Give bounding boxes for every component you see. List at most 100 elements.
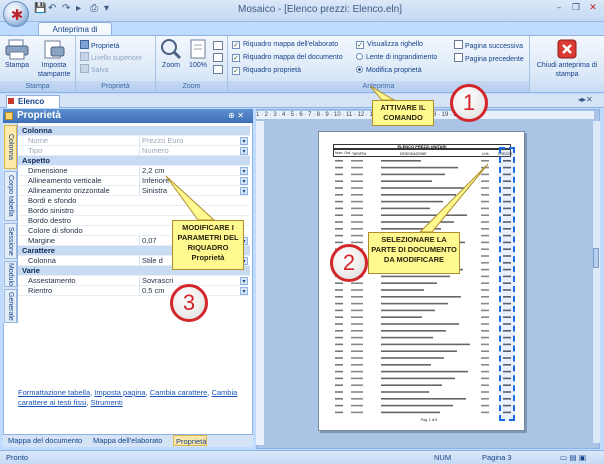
tab-nav-arrows-icon[interactable]: ◂▸✕ [578, 95, 593, 104]
dropdown-arrow-icon[interactable]: ▾ [240, 147, 248, 155]
pagina-successiva-button[interactable]: Pagina successiva [454, 40, 523, 52]
link-strumenti[interactable]: Strumenti [91, 398, 123, 407]
minimize-button[interactable]: – [550, 3, 568, 16]
page-text-line [381, 296, 461, 298]
side-tab-generale[interactable]: Generale [4, 289, 17, 323]
radio-modifica-proprieta[interactable]: Modifica proprietà [356, 66, 422, 76]
page-text-line [335, 309, 343, 312]
page-text-line [335, 194, 343, 196]
check-visualizza-righello[interactable]: ✓ Visualizza righello [356, 40, 423, 50]
property-row[interactable]: Allineamento orizzontale Sinistra ▾ [18, 186, 250, 196]
side-tab-colonna[interactable]: Colonna [4, 125, 17, 169]
dropdown-arrow-icon[interactable]: ▾ [240, 287, 248, 295]
vertical-scrollbar[interactable] [592, 121, 600, 443]
property-row[interactable]: Bordi e sfondo [18, 196, 250, 206]
tab-elenco[interactable]: Elenco [6, 95, 60, 108]
properties-panel-title: Proprietà [3, 109, 253, 123]
page-text-line [351, 336, 363, 339]
link-imposta-pagina[interactable]: Imposta pagina [94, 388, 145, 397]
side-tab-corpo-tabella[interactable]: Corpo tabella [4, 171, 17, 221]
property-value[interactable]: Inferiore [139, 176, 249, 186]
check-label: Riquadro proprietà [243, 67, 301, 74]
property-row[interactable]: Assestamento Sovrascri ▾ [18, 276, 250, 286]
undo-icon[interactable]: ↶ [48, 3, 56, 14]
property-value[interactable]: Sinistra [139, 186, 249, 196]
link-cambia-carattere[interactable]: Cambia carattere [150, 388, 208, 397]
redo-icon[interactable]: ↷ [62, 3, 70, 14]
tab-proprieta[interactable]: Proprietà [173, 435, 208, 446]
property-row[interactable]: Bordo sinistro [18, 206, 250, 216]
property-row[interactable]: Nome Prezzo Euro ▾ [18, 136, 250, 146]
property-row[interactable]: Allineamento verticale Inferiore ▾ [18, 176, 250, 186]
side-tab-modulo[interactable]: Modulo [4, 261, 17, 287]
customize-qat-icon[interactable]: ▾ [104, 3, 109, 14]
more-pages-icon[interactable] [213, 65, 223, 74]
page-text-line [381, 398, 466, 400]
check-riquadro-proprieta[interactable]: ✓ Riquadro proprietà [232, 66, 301, 76]
check-riquadro-mappa-elaborato[interactable]: ✓ Riquadro mappa dell'elaborato [232, 40, 338, 50]
dropdown-arrow-icon[interactable]: ▾ [240, 187, 248, 195]
vertical-ruler [256, 121, 264, 445]
tab-mappa-documento[interactable]: Mappa del documento [6, 435, 82, 446]
page-column-headers: Num. Ord. TARIFFA DESIGNAZIONE U.M. PREZ… [333, 149, 512, 157]
check-riquadro-mappa-documento[interactable]: ✓ Riquadro mappa del documento [232, 53, 343, 63]
page-text-line [351, 166, 363, 169]
page-text-line [381, 200, 443, 203]
page-text-line [481, 234, 489, 237]
run-icon[interactable]: ▸ [76, 3, 81, 14]
page-text-line [351, 411, 363, 414]
dropdown-arrow-icon[interactable]: ▾ [240, 137, 248, 145]
link-formattazione-tabella[interactable]: Formattazione tabella [18, 388, 90, 397]
view-controls-icon[interactable]: ▭ ▤ ▣ [560, 451, 586, 464]
property-row[interactable]: Dimensione 2,2 cm ▾ [18, 166, 250, 176]
office-button[interactable]: ✱ [3, 1, 29, 27]
maximize-button[interactable]: ❐ [567, 3, 585, 16]
selected-column-highlight[interactable] [499, 147, 515, 421]
group-proprieta: Proprietà Livello superiore Salva Propri… [76, 36, 156, 92]
page-text-line [481, 302, 489, 305]
chiudi-anteprima-button[interactable]: Chiudi anteprima di stampa [534, 38, 600, 79]
dropdown-arrow-icon[interactable]: ▾ [240, 167, 248, 175]
tab-anteprima-di-stampa[interactable]: Anteprima di stampa [38, 22, 112, 47]
save-icon[interactable]: 💾 [34, 3, 46, 14]
panel-pin-icon[interactable]: ⊕ ✕ [228, 111, 244, 120]
properties-icon [80, 40, 89, 49]
scrollbar-thumb[interactable] [593, 248, 599, 268]
checkbox-checked-icon: ✓ [232, 41, 240, 49]
tab-mappa-elaborato[interactable]: Mappa dell'elaborato [91, 435, 162, 446]
property-row[interactable]: Rientro 0,5 cm ▾ [18, 286, 250, 296]
page-text-line [351, 343, 363, 346]
property-category[interactable]: Colonna [18, 126, 250, 136]
salva-button[interactable]: Salva [80, 64, 109, 76]
page-text-line [335, 404, 343, 407]
stampa-button[interactable]: Stampa [2, 38, 32, 70]
pagina-precedente-button[interactable]: Pagina precedente [454, 53, 524, 65]
page-text-line [351, 282, 363, 284]
save-disk-icon [80, 64, 89, 73]
livello-superiore-button[interactable]: Livello superiore [80, 52, 142, 64]
property-value[interactable]: Prezzo Euro [139, 136, 249, 146]
radio-lente-ingrandimento[interactable]: Lente di ingrandimento [356, 53, 437, 63]
side-tab-sessione[interactable]: Sessione [4, 223, 17, 259]
page-text-line [481, 350, 489, 352]
imposta-stampante-button[interactable]: Imposta stampante [34, 38, 74, 79]
zoom-100-button[interactable]: 100% [186, 38, 210, 70]
close-button[interactable]: ✕ [584, 3, 602, 16]
step-3-badge: 3 [170, 284, 208, 322]
page-text-line [335, 214, 343, 216]
col-designazione: DESIGNAZIONE [400, 152, 427, 156]
proprieta-button[interactable]: Proprietà [80, 40, 119, 52]
property-row[interactable]: Tipo Numero ▾ [18, 146, 250, 156]
page-text-line [381, 275, 450, 278]
dropdown-arrow-icon[interactable]: ▾ [240, 177, 248, 185]
property-key: Assestamento [28, 276, 76, 285]
dropdown-arrow-icon[interactable]: ▾ [240, 277, 248, 285]
print-icon[interactable]: ⎙ [90, 3, 98, 14]
property-category[interactable]: Aspetto [18, 156, 250, 166]
zoom-button[interactable]: Zoom [158, 38, 184, 70]
property-value[interactable]: Numero [139, 146, 249, 156]
two-pages-icon[interactable] [213, 53, 223, 62]
tab-elenco-label: Elenco [18, 97, 45, 106]
one-page-icon[interactable] [213, 41, 223, 50]
property-value[interactable]: 2,2 cm [139, 166, 249, 176]
